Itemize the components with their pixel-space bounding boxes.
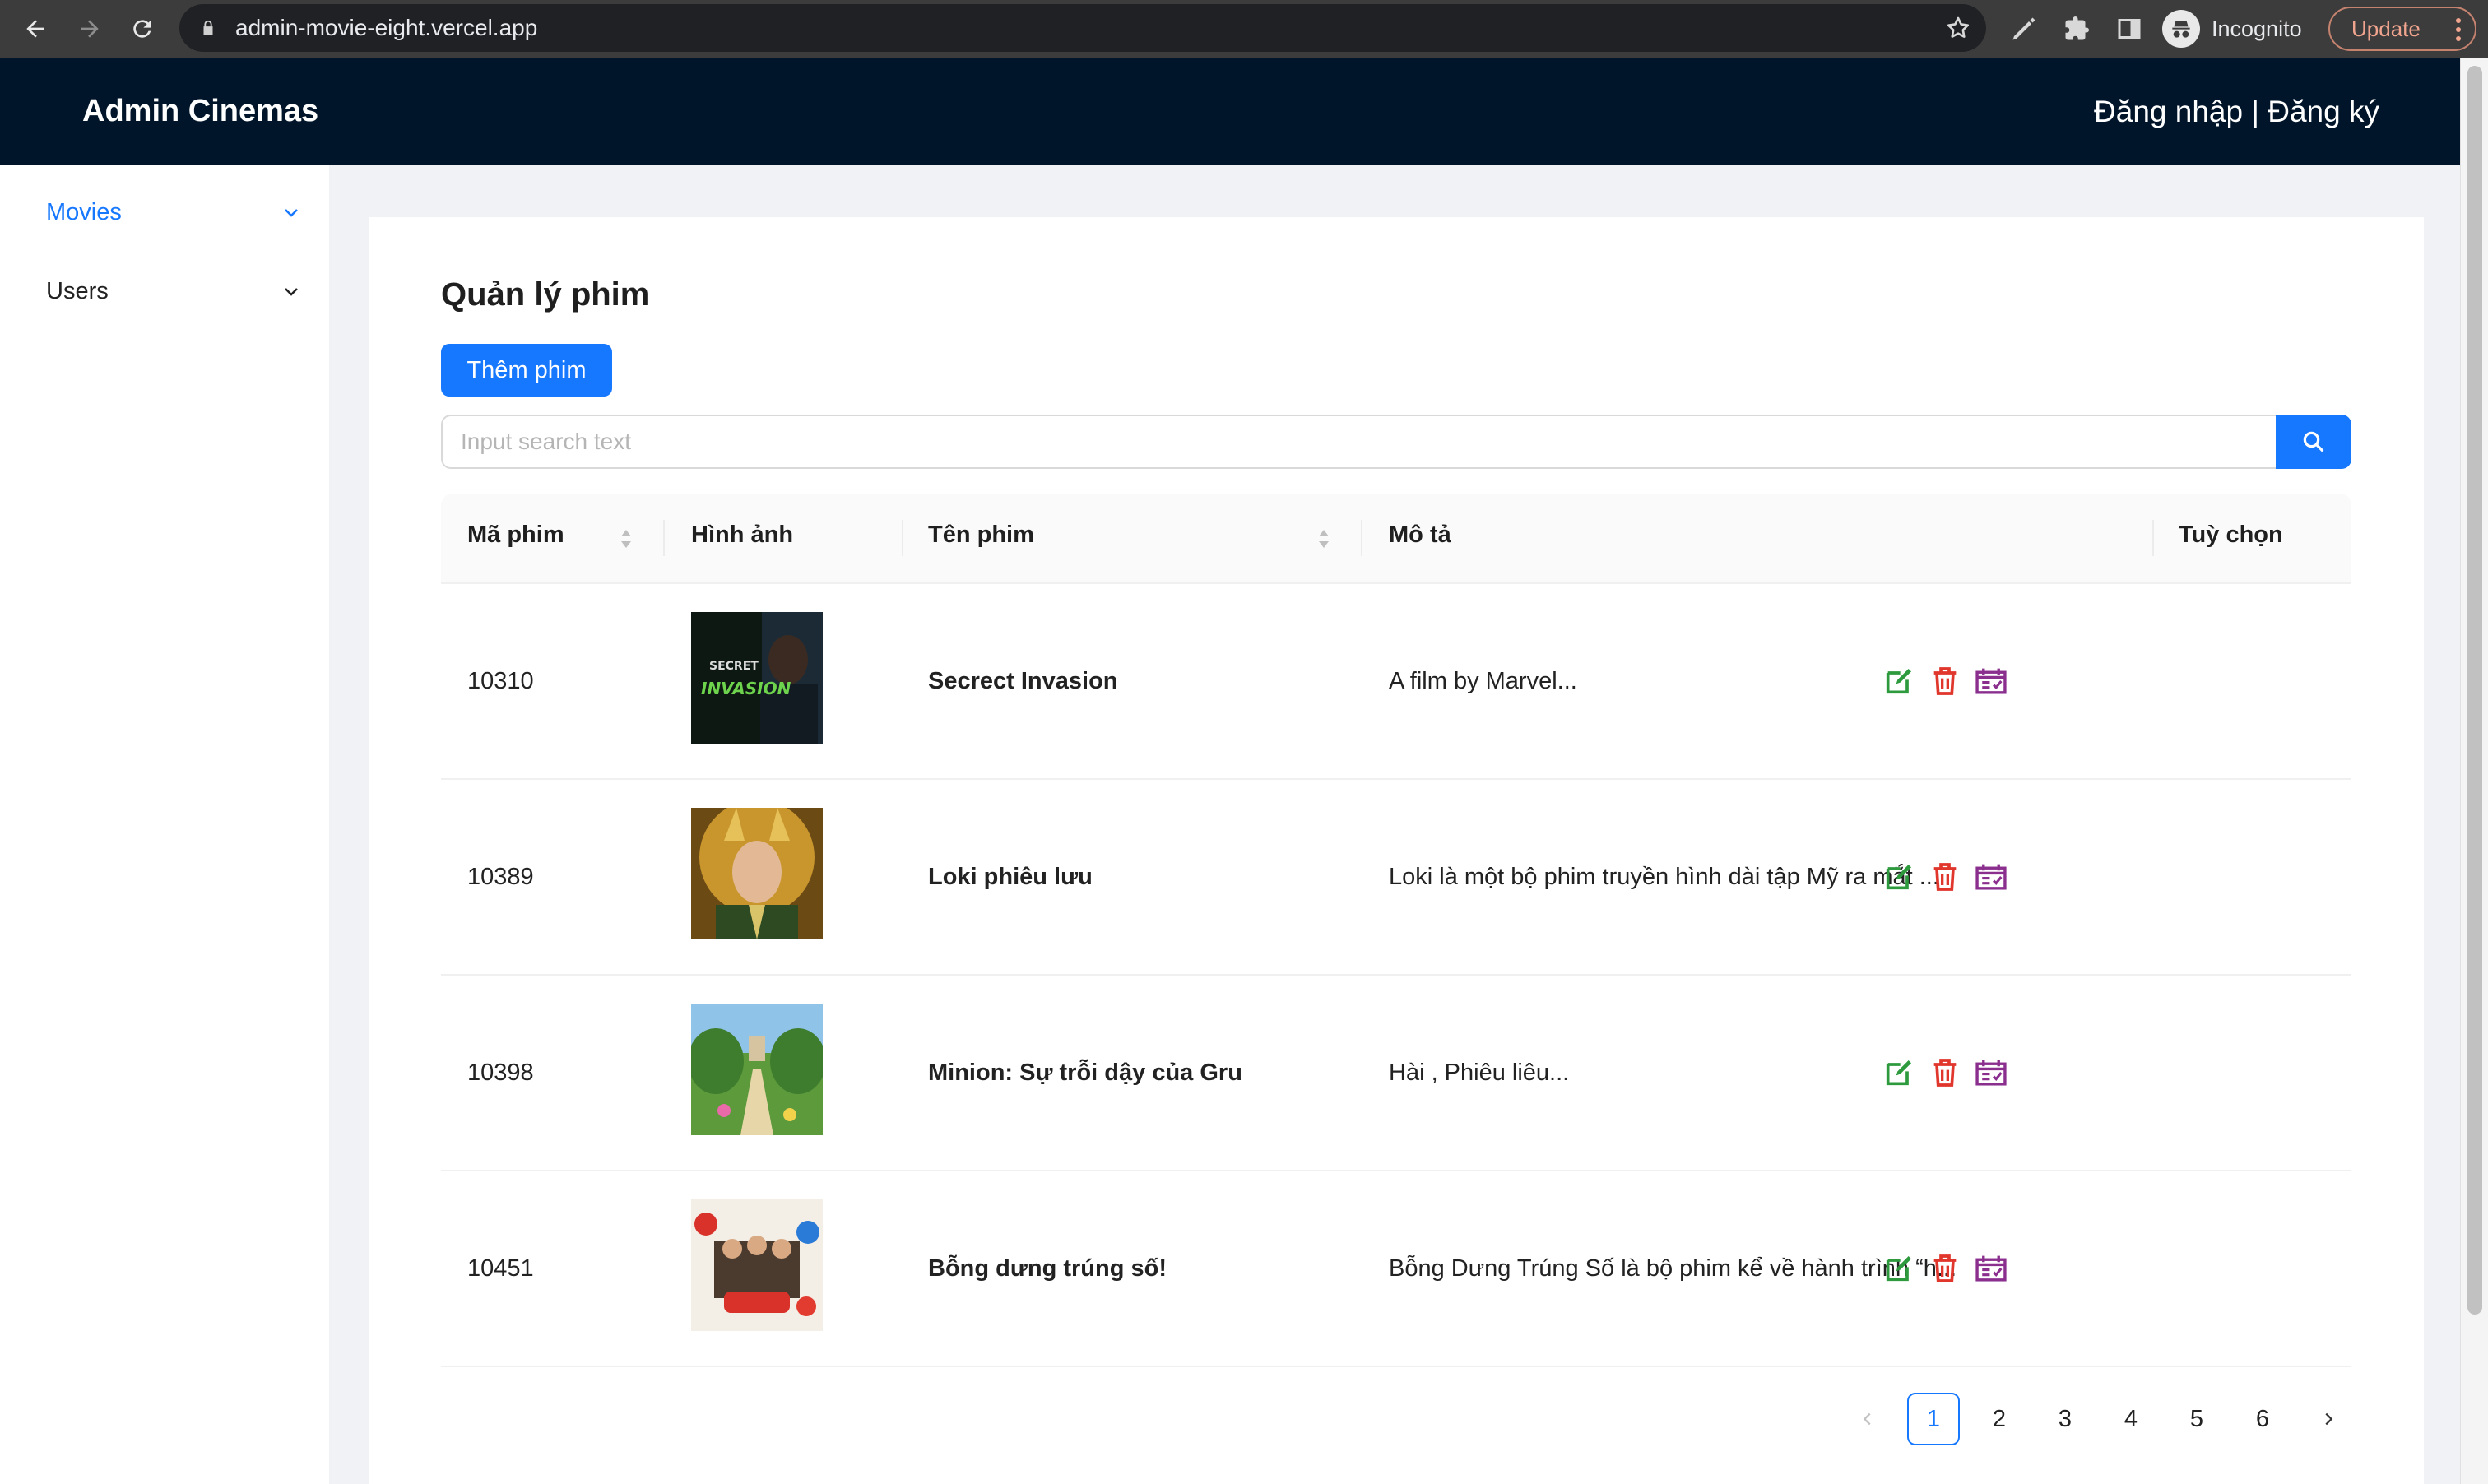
- page-button-1[interactable]: 1: [1907, 1393, 1960, 1445]
- column-divider: [1361, 520, 1362, 556]
- forward-icon[interactable]: [69, 8, 110, 49]
- page-button-5[interactable]: 5: [2170, 1393, 2223, 1445]
- page-button-4[interactable]: 4: [2105, 1393, 2157, 1445]
- movie-id: 10398: [467, 1060, 534, 1086]
- movie-poster: [691, 1199, 823, 1331]
- chevron-down-icon: [285, 288, 298, 296]
- extensions-puzzle-icon[interactable]: [2062, 14, 2091, 44]
- lock-icon: [203, 20, 213, 35]
- scrollbar-thumb[interactable]: [2467, 66, 2482, 1315]
- edit-icon[interactable]: [1882, 665, 1915, 698]
- movie-poster: [691, 1004, 823, 1135]
- pagination: 1 2 3 4 5 6: [1841, 1392, 2368, 1446]
- search-icon: [2303, 431, 2324, 452]
- movie-poster: SECRET INVASION: [691, 612, 823, 744]
- edit-icon[interactable]: [1882, 860, 1915, 893]
- svg-text:SECRET: SECRET: [709, 660, 759, 673]
- movie-description: Loki là một bộ phim truyền hình dài tập …: [1389, 864, 1939, 890]
- sidebar-item-users[interactable]: Users: [46, 267, 301, 316]
- movie-description: Hài , Phiêu liêu...: [1389, 1060, 1570, 1086]
- row-actions: [1882, 663, 2024, 699]
- delete-icon[interactable]: [1929, 665, 1961, 698]
- movie-id: 10310: [467, 668, 534, 694]
- table-row: 10389 Loki phiêu lưu Loki là một bộ phim…: [441, 780, 2351, 976]
- table-row: 10451 Bỗng dưng trúng số! Bỗng Dưng Trún…: [441, 1171, 2351, 1367]
- add-movie-button[interactable]: Thêm phim: [441, 344, 612, 397]
- browser-toolbar: admin-movie-eight.vercel.app Incognito U…: [0, 0, 2488, 58]
- delete-icon[interactable]: [1929, 1252, 1961, 1285]
- sidebar-item-label: Movies: [46, 198, 122, 225]
- sort-icon[interactable]: [619, 526, 634, 551]
- app-title[interactable]: Admin Cinemas: [82, 94, 318, 129]
- back-icon[interactable]: [15, 8, 56, 49]
- schedule-icon[interactable]: [1975, 665, 2011, 698]
- movie-id: 10451: [467, 1255, 534, 1282]
- movie-name: Loki phiêu lưu: [928, 864, 1093, 890]
- page-button-2[interactable]: 2: [1973, 1393, 2026, 1445]
- incognito-icon: [2162, 10, 2200, 48]
- movie-description: A film by Marvel...: [1389, 668, 1577, 694]
- chevron-right-icon: [2325, 1412, 2333, 1426]
- movie-id: 10389: [467, 864, 534, 890]
- search-button[interactable]: [2276, 415, 2351, 469]
- pen-extension-icon[interactable]: [2009, 14, 2039, 44]
- movie-name: Minion: Sự trỗi dậy của Gru: [928, 1060, 1242, 1086]
- column-header-name[interactable]: Tên phim: [928, 522, 1034, 549]
- svg-text:INVASION: INVASION: [701, 679, 791, 698]
- table-row: 10398 Minion: Sự trỗi dậy của Gru Hài , …: [441, 976, 2351, 1171]
- page-button-6[interactable]: 6: [2236, 1393, 2289, 1445]
- auth-links[interactable]: Đăng nhập | Đăng ký: [2094, 95, 2379, 129]
- browser-update-button[interactable]: Update: [2328, 7, 2476, 51]
- sidebar-item-movies[interactable]: Movies: [46, 188, 301, 237]
- incognito-label: Incognito: [2212, 16, 2302, 41]
- more-menu-icon: [2456, 18, 2461, 41]
- column-divider: [663, 520, 665, 556]
- column-header-image: Hình ảnh: [691, 522, 794, 548]
- bookmark-star-icon[interactable]: [1945, 15, 1971, 41]
- delete-icon[interactable]: [1929, 1056, 1961, 1089]
- row-actions: [1882, 1250, 2024, 1287]
- next-page-button[interactable]: [2302, 1393, 2355, 1445]
- content-card: Quản lý phim Thêm phim Mã phim Hình ảnh …: [369, 217, 2424, 1484]
- sidebar: Movies Users: [0, 165, 329, 1484]
- incognito-indicator[interactable]: Incognito: [2162, 7, 2302, 51]
- row-actions: [1882, 859, 2024, 895]
- schedule-icon[interactable]: [1975, 1252, 2011, 1285]
- edit-icon[interactable]: [1882, 1056, 1915, 1089]
- table-row: 10310 SECRET INVASION Secrect Invasion A …: [441, 584, 2351, 780]
- movie-poster: [691, 808, 823, 939]
- movie-description: Bỗng Dưng Trúng Số là bộ phim kể về hành…: [1389, 1255, 1957, 1282]
- column-divider: [902, 520, 903, 556]
- column-header-options: Tuỳ chọn: [2179, 522, 2283, 548]
- prev-page-button[interactable]: [1841, 1393, 1894, 1445]
- chevron-down-icon: [285, 209, 298, 217]
- edit-icon[interactable]: [1882, 1252, 1915, 1285]
- table-header: Mã phim Hình ảnh Tên phim Mô tả Tuỳ chọn: [441, 494, 2351, 584]
- address-bar[interactable]: admin-movie-eight.vercel.app: [179, 4, 1986, 52]
- movie-name: Secrect Invasion: [928, 668, 1118, 694]
- app-header: Admin Cinemas Đăng nhập | Đăng ký: [0, 58, 2460, 165]
- row-actions: [1882, 1055, 2024, 1091]
- schedule-icon[interactable]: [1975, 860, 2011, 893]
- column-header-id[interactable]: Mã phim: [467, 522, 564, 549]
- sidebar-item-label: Users: [46, 277, 109, 304]
- search-input[interactable]: [441, 415, 2277, 469]
- column-header-description: Mô tả: [1389, 522, 1451, 548]
- delete-icon[interactable]: [1929, 860, 1961, 893]
- side-panel-icon[interactable]: [2114, 14, 2144, 44]
- page-button-3[interactable]: 3: [2039, 1393, 2091, 1445]
- search-bar: [441, 415, 2351, 469]
- url-text: admin-movie-eight.vercel.app: [235, 15, 538, 40]
- movie-name: Bỗng dưng trúng số!: [928, 1255, 1167, 1282]
- schedule-icon[interactable]: [1975, 1056, 2011, 1089]
- page-scrollbar[interactable]: [2460, 58, 2488, 1484]
- chevron-left-icon: [1863, 1412, 1871, 1426]
- reload-icon[interactable]: [122, 8, 163, 49]
- sort-icon[interactable]: [1316, 526, 1331, 551]
- update-label: Update: [2351, 16, 2421, 41]
- column-divider: [2152, 520, 2154, 556]
- page-title: Quản lý phim: [441, 276, 650, 313]
